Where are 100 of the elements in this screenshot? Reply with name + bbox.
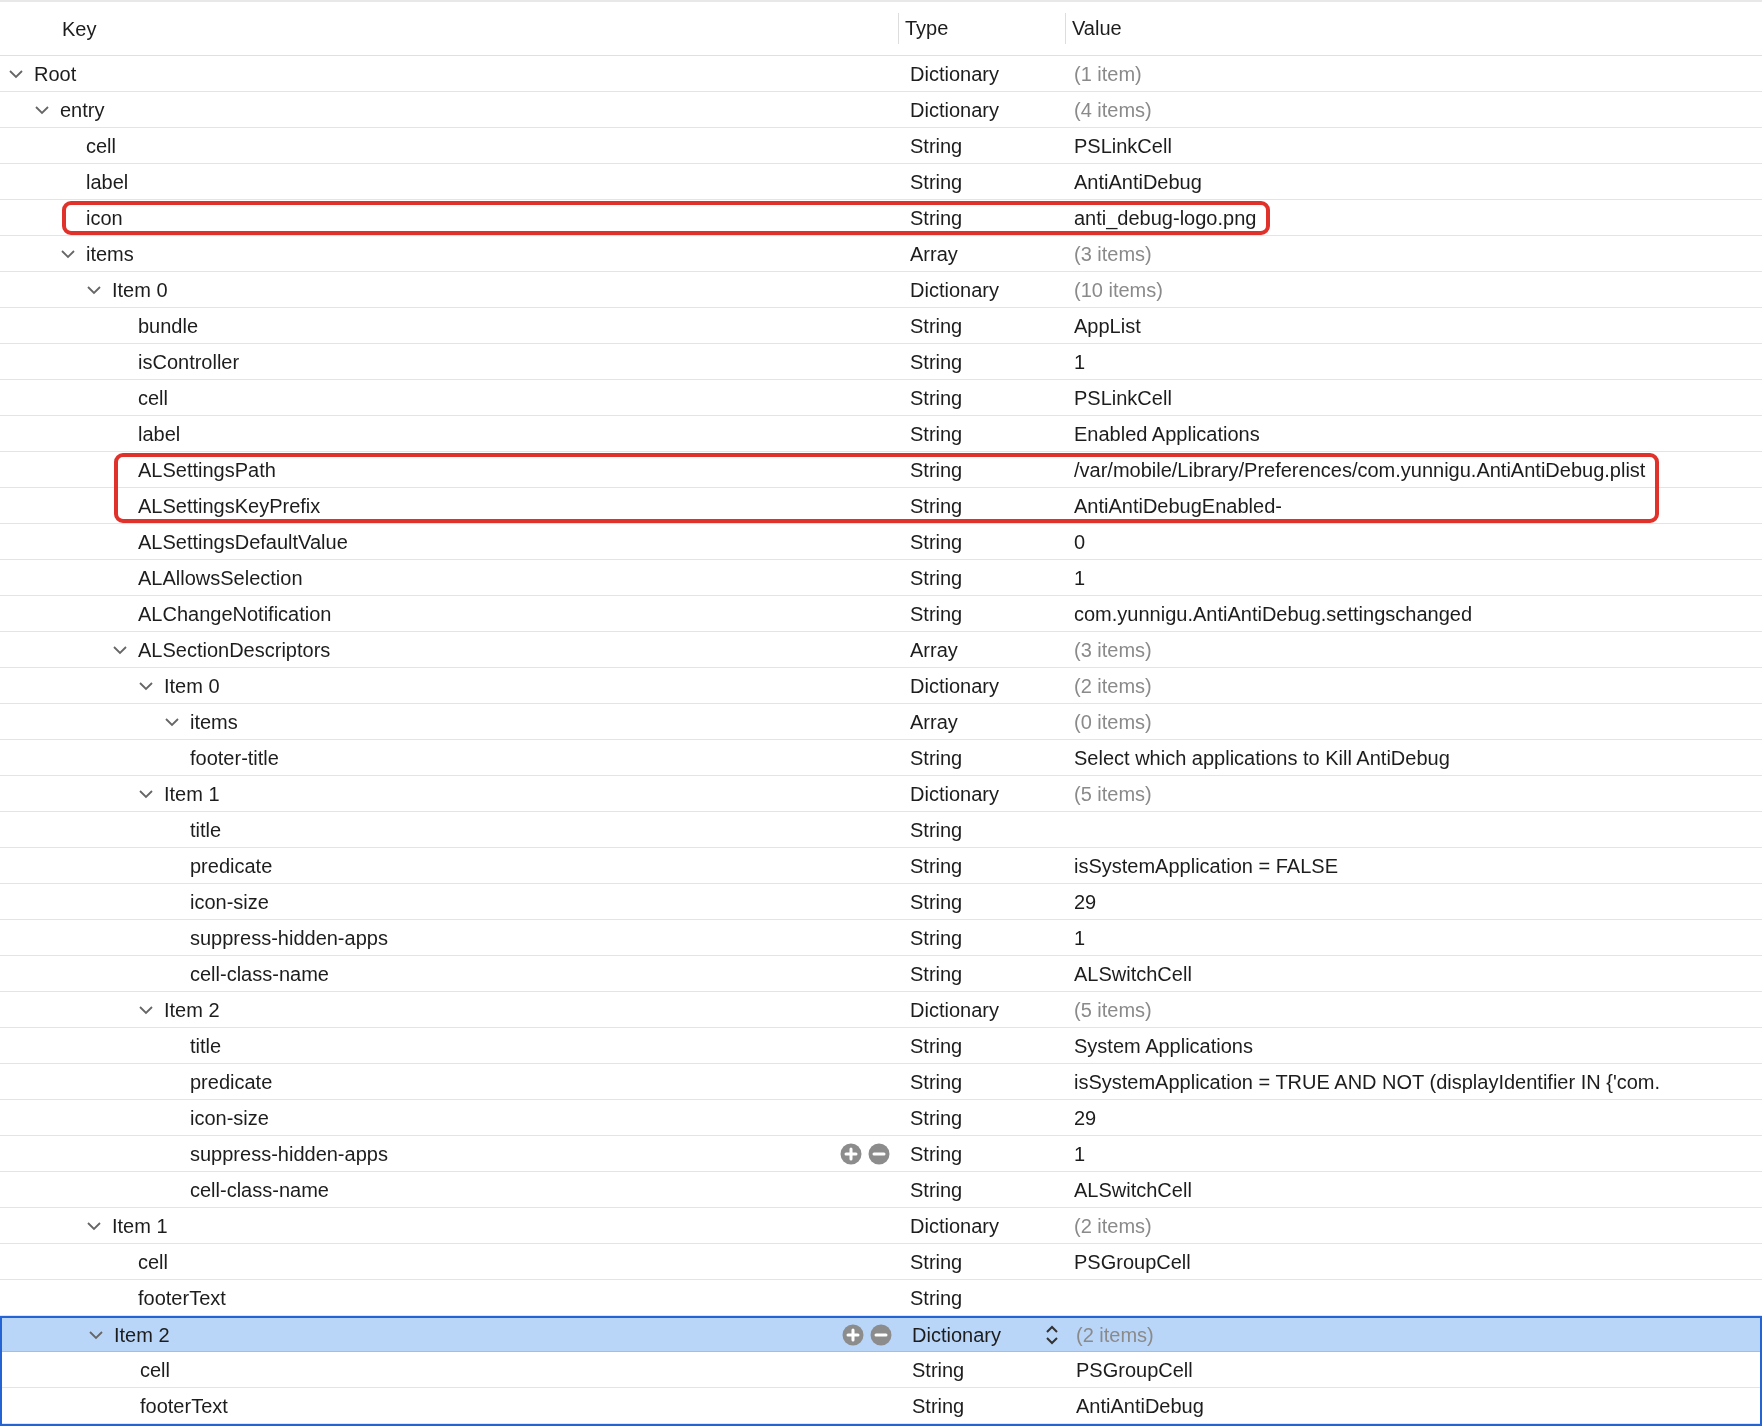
tree-row[interactable]: ALAllowsSelection String 1 [0, 560, 1762, 596]
remove-icon[interactable] [870, 1323, 892, 1346]
type-label: String [912, 1393, 965, 1419]
tree-row[interactable]: Item 1 Dictionary (2 items) [0, 1208, 1762, 1244]
key-label: items [190, 709, 238, 735]
tree-row[interactable]: cell-class-name String ALSwitchCell [0, 1172, 1762, 1208]
tree-row[interactable]: bundle String AppList [0, 308, 1762, 344]
type-label: String [910, 1141, 963, 1167]
key-label: cell [140, 1357, 170, 1383]
type-label: Array [910, 241, 958, 267]
type-label: Dictionary [910, 61, 999, 87]
tree-row[interactable]: items Array (0 items) [0, 704, 1762, 740]
key-label: isController [138, 349, 240, 375]
key-label: cell-class-name [190, 961, 329, 987]
type-label: String [910, 565, 963, 591]
key-label: items [86, 241, 134, 267]
tree-row[interactable]: ALChangeNotification String com.yunnigu.AntiAntiDebug.settingschanged [0, 596, 1762, 632]
tree-row[interactable]: items Array (3 items) [0, 236, 1762, 272]
type-label: String [910, 385, 963, 411]
value-label: AntiAntiDebugEnabled- [1074, 494, 1282, 517]
type-label: String [910, 1285, 963, 1311]
value-label: (5 items) [1074, 782, 1152, 805]
tree-row[interactable]: footer-title String Select which applications to Kill AntiDebug [0, 740, 1762, 776]
key-label: ALSettingsDefaultValue [138, 529, 348, 555]
value-label: 1 [1074, 926, 1086, 949]
key-label: ALSectionDescriptors [138, 637, 331, 663]
value-label: AntiAntiDebug [1074, 170, 1202, 193]
key-label: cell-class-name [190, 1177, 329, 1203]
key-label: ALAllowsSelection [138, 565, 303, 591]
value-label: (1 item) [1074, 62, 1142, 85]
type-label: Array [910, 637, 958, 663]
tree-row[interactable]: title String System Applications [0, 1028, 1762, 1064]
value-label: AntiAntiDebug [1076, 1394, 1204, 1417]
key-label: icon [86, 205, 123, 231]
tree-row[interactable]: suppress-hidden-apps String 1 [0, 920, 1762, 956]
key-label: Item 2 [164, 997, 220, 1023]
value-label: 1 [1074, 350, 1086, 373]
tree-row[interactable]: ALSectionDescriptors Array (3 items) [0, 632, 1762, 668]
tree-row[interactable]: Root Dictionary (1 item) [0, 56, 1762, 92]
tree-row[interactable]: footerText String AntiAntiDebug [2, 1388, 1760, 1424]
key-label: Root [34, 61, 77, 87]
tree-row[interactable]: cell String PSLinkCell [0, 380, 1762, 416]
tree-row[interactable]: cell String PSLinkCell [0, 128, 1762, 164]
value-label: PSGroupCell [1076, 1358, 1193, 1381]
column-header[interactable]: Key [0, 2, 898, 55]
tree-row[interactable]: label String Enabled Applications [0, 416, 1762, 452]
tree-row[interactable]: ALSettingsKeyPrefix String AntiAntiDebugEnabled- [0, 488, 1762, 524]
key-label: Item 0 [112, 277, 168, 303]
key-label: icon-size [190, 1105, 269, 1131]
tree-row[interactable]: Item 0 Dictionary (2 items) [0, 668, 1762, 704]
tree-row[interactable]: cell String PSGroupCell [2, 1352, 1760, 1388]
key-label: footer-title [190, 745, 279, 771]
tree-row[interactable]: predicate String isSystemApplication = TRUE AND NOT (displayIdentifier IN {'com. [0, 1064, 1762, 1100]
value-label: 0 [1074, 530, 1086, 553]
tree-row[interactable]: icon-size String 29 [0, 884, 1762, 920]
key-label: suppress-hidden-apps [190, 925, 388, 951]
remove-icon[interactable] [868, 1142, 890, 1165]
tree-row[interactable]: icon-size String 29 [0, 1100, 1762, 1136]
tree-row[interactable]: title String [0, 812, 1762, 848]
value-label: Select which applications to Kill AntiDebug [1074, 746, 1450, 769]
key-label: bundle [138, 313, 199, 339]
type-label: String [910, 1177, 963, 1203]
tree-row[interactable]: cell String PSGroupCell [0, 1244, 1762, 1280]
value-label: isSystemApplication = TRUE AND NOT (displayIdentifier IN {'com. [1074, 1070, 1661, 1093]
type-label: String [910, 205, 963, 231]
tree-row[interactable]: cell-class-name String ALSwitchCell [0, 956, 1762, 992]
tree-row[interactable]: label String AntiAntiDebug [0, 164, 1762, 200]
tree-row[interactable]: Item 2 Dictionary (5 items) [0, 992, 1762, 1028]
stepper-icon[interactable] [1045, 1323, 1059, 1346]
tree-row[interactable]: entry Dictionary (4 items) [0, 92, 1762, 128]
tree-row[interactable]: Item 2 Dictionary (2 items) [2, 1316, 1760, 1352]
value-label: PSLinkCell [1074, 386, 1172, 409]
tree-row[interactable]: predicate String isSystemApplication = FALSE [0, 848, 1762, 884]
type-label: String [910, 925, 963, 951]
type-label: Dictionary [910, 997, 999, 1023]
type-label: String [910, 529, 963, 555]
tree-row[interactable]: Item 0 Dictionary (10 items) [0, 272, 1762, 308]
key-label: icon-size [190, 889, 269, 915]
key-label: suppress-hidden-apps [190, 1141, 388, 1167]
tree-row[interactable]: icon String anti_debug-logo.png [0, 200, 1762, 236]
tree-row[interactable]: ALSettingsDefaultValue String 0 [0, 524, 1762, 560]
key-label: Item 1 [164, 781, 220, 807]
value-label: AppList [1074, 314, 1141, 337]
tree-row[interactable]: Item 1 Dictionary (5 items) [0, 776, 1762, 812]
type-label: Dictionary [910, 277, 999, 303]
value-label: System Applications [1074, 1034, 1253, 1057]
tree-row[interactable]: isController String 1 [0, 344, 1762, 380]
value-label: PSGroupCell [1074, 1250, 1191, 1273]
key-label: cell [138, 385, 168, 411]
tree-row[interactable]: ALSettingsPath String /var/mobile/Library/Preferences/com.yunnigu.AntiAntiDebug.plist [0, 452, 1762, 488]
value-label: (2 items) [1076, 1323, 1154, 1346]
column-header[interactable]: Type [898, 12, 1065, 45]
tree-row[interactable]: suppress-hidden-apps String 1 [0, 1136, 1762, 1172]
add-icon[interactable] [842, 1323, 864, 1346]
value-label: com.yunnigu.AntiAntiDebug.settingschanged [1074, 602, 1473, 625]
add-icon[interactable] [840, 1142, 862, 1165]
column-header[interactable]: Value [1065, 12, 1122, 45]
type-label: Dictionary [910, 781, 999, 807]
type-label: String [910, 349, 963, 375]
key-label: Item 0 [164, 673, 220, 699]
